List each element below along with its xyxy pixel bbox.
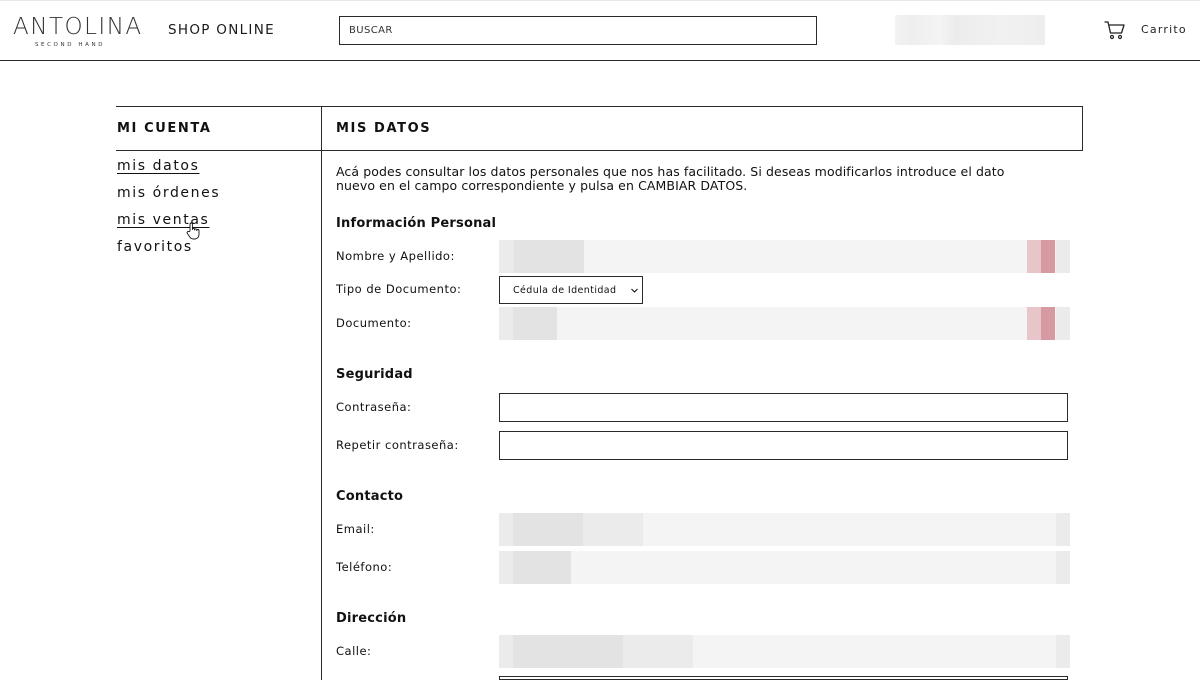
- street-label: Calle:: [336, 644, 372, 658]
- sidebar-divider: [321, 106, 322, 680]
- repeat-password-input[interactable]: [499, 431, 1068, 460]
- sidebar-item-mis-datos[interactable]: mis datos: [117, 158, 200, 174]
- cart-link[interactable]: Carrito: [1141, 23, 1187, 36]
- section-security: Seguridad: [336, 367, 413, 382]
- intro-line-2: nuevo en el campo correspondiente y puls…: [336, 177, 748, 193]
- document-label: Documento:: [336, 316, 412, 330]
- sidebar-header: MI CUENTA: [116, 106, 321, 151]
- email-field-redacted[interactable]: [499, 513, 1070, 546]
- sidebar-title: MI CUENTA: [117, 121, 212, 136]
- hand-pointer-icon: [186, 222, 200, 240]
- doc-type-value: Cédula de Identidad: [513, 285, 617, 296]
- intro-text: Acá podes consultar los datos personales…: [336, 165, 1036, 192]
- name-label: Nombre y Apellido:: [336, 249, 455, 263]
- chevron-down-icon: [631, 288, 638, 293]
- main-header: MIS DATOS: [321, 106, 1083, 151]
- doc-type-label: Tipo de Documento:: [336, 282, 462, 296]
- logo-tagline: SECOND HAND: [34, 42, 106, 48]
- next-field-input[interactable]: [499, 676, 1068, 680]
- section-contact: Contacto: [336, 489, 404, 504]
- password-label: Contraseña:: [336, 400, 412, 414]
- phone-field-redacted[interactable]: [499, 551, 1070, 584]
- section-personal-info: Información Personal: [336, 216, 497, 231]
- sidebar-item-mis-ordenes[interactable]: mis órdenes: [117, 185, 220, 201]
- phone-label: Teléfono:: [336, 560, 393, 574]
- shop-online-link[interactable]: SHOP ONLINE: [168, 22, 275, 38]
- sidebar-item-favoritos[interactable]: favoritos: [117, 239, 193, 255]
- intro-line-1: Acá podes consultar los datos personales…: [336, 164, 1005, 179]
- page-title: MIS DATOS: [336, 121, 432, 136]
- repeat-password-label: Repetir contraseña:: [336, 438, 459, 452]
- user-account-redacted[interactable]: [895, 15, 1045, 45]
- email-label: Email:: [336, 522, 375, 536]
- name-field-redacted[interactable]: [499, 240, 1070, 273]
- cart-icon[interactable]: [1104, 19, 1126, 41]
- password-input[interactable]: [499, 393, 1068, 422]
- header-top-divider: [0, 0, 1200, 1]
- search-input[interactable]: [339, 16, 817, 45]
- logo-wordmark: ANTOLINA: [13, 14, 143, 40]
- antolina-logo[interactable]: ANTOLINA SECOND HAND: [13, 14, 143, 50]
- document-field-redacted[interactable]: [499, 307, 1070, 340]
- site-header: ANTOLINA SECOND HAND SHOP ONLINE Carrito: [0, 0, 1200, 61]
- doc-type-select[interactable]: Cédula de Identidad: [499, 276, 643, 304]
- section-address: Dirección: [336, 611, 407, 626]
- street-field-redacted[interactable]: [499, 635, 1070, 668]
